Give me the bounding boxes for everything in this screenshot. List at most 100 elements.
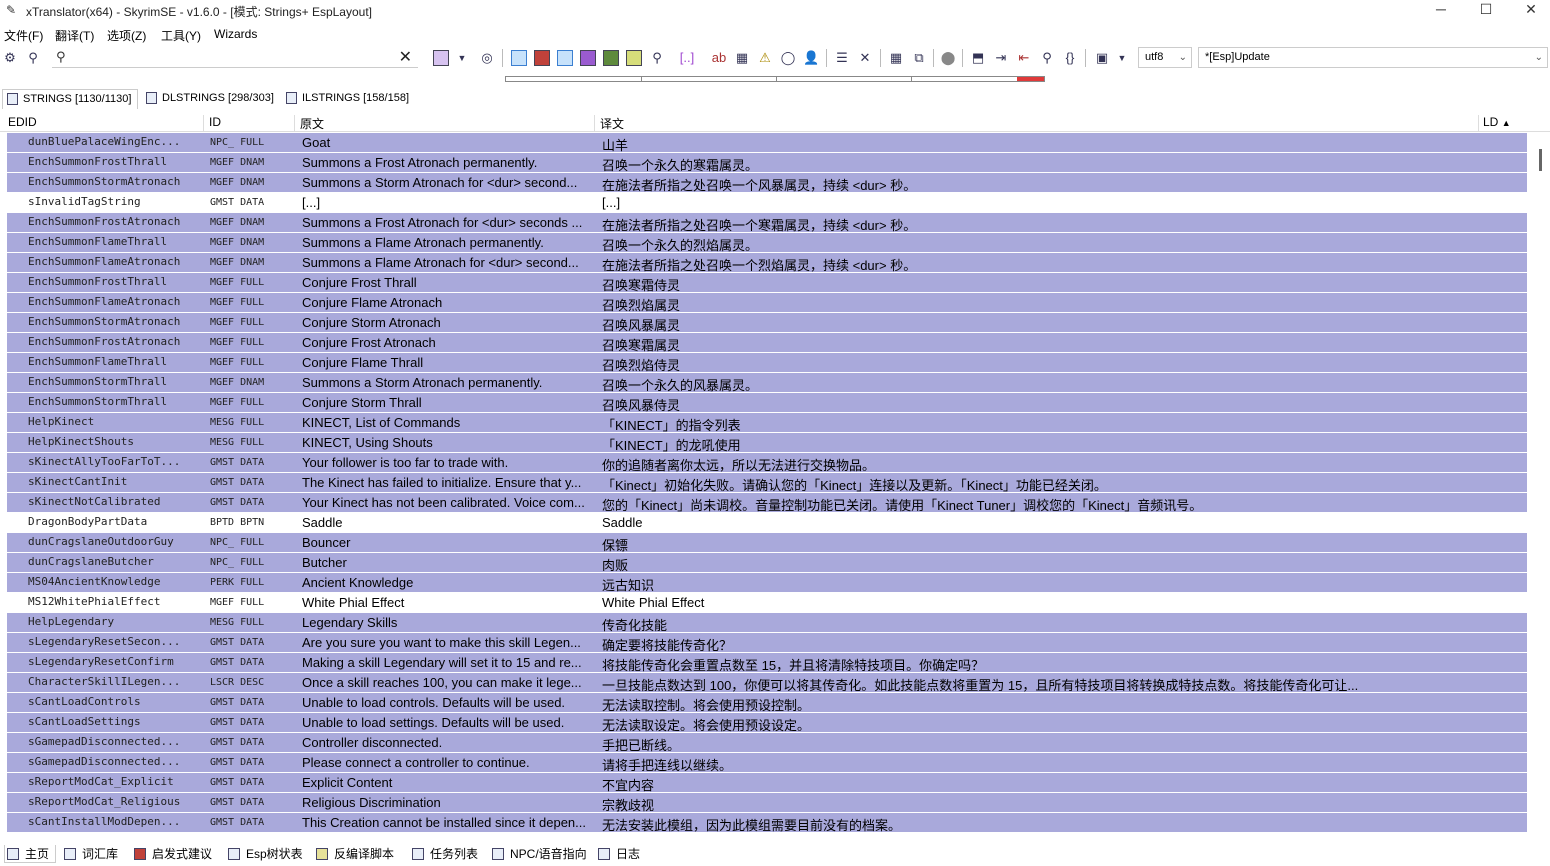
table-row[interactable]: EnchSummonFrostAtronach MGEF FULL Conjure …: [7, 333, 1527, 353]
table-row[interactable]: EnchSummonFrostThrall MGEF FULL Conjure Fr…: [7, 273, 1527, 293]
table-row[interactable]: MS04AncientKnowledge PERK FULL Ancient Kno…: [7, 573, 1527, 593]
table-row[interactable]: CharacterSkillILegen... LSCR DESC Once a s…: [7, 673, 1527, 693]
table-row[interactable]: dunBluePalaceWingEnc... NPC_ FULL Goat 山羊: [7, 133, 1527, 153]
script-icon[interactable]: {}: [1062, 50, 1078, 66]
back-icon[interactable]: [433, 50, 449, 66]
tab-decompile[interactable]: 反编译脚本: [314, 845, 406, 863]
filter-partial-icon[interactable]: [557, 50, 573, 66]
table-row[interactable]: EnchSummonFlameThrall MGEF DNAM Summons a …: [7, 233, 1527, 253]
mode-select[interactable]: *[Esp]Update ⌄: [1198, 47, 1548, 68]
load-icon[interactable]: ⬒: [970, 50, 986, 66]
table-row[interactable]: sCantLoadControls GMST DATA Unable to load…: [7, 693, 1527, 713]
table-icon[interactable]: ▦: [734, 50, 750, 66]
column-header-id[interactable]: ID: [209, 115, 221, 129]
import-icon[interactable]: ⇤: [1016, 50, 1032, 66]
filter-all-icon[interactable]: [511, 50, 527, 66]
filter-locked-icon[interactable]: [603, 50, 619, 66]
table-row[interactable]: EnchSummonFlameAtronach MGEF DNAM Summons …: [7, 253, 1527, 273]
user-icon[interactable]: 👤: [803, 50, 819, 66]
table-row[interactable]: sGamepadDisconnected... GMST DATA Please c…: [7, 753, 1527, 773]
comment-icon[interactable]: ◯: [780, 50, 796, 66]
tab-npc-voice[interactable]: NPC/语音指向: [490, 845, 590, 863]
spellcheck-icon[interactable]: ab: [711, 50, 727, 66]
list-icon[interactable]: ☰: [834, 50, 850, 66]
tab-ilstrings[interactable]: ILSTRINGS [158/158]: [282, 89, 412, 109]
tab-quests[interactable]: 任务列表: [410, 845, 482, 863]
search-user-icon[interactable]: ⚲: [1039, 50, 1055, 66]
pin-icon[interactable]: ⬤: [940, 50, 956, 66]
table-row[interactable]: EnchSummonStormAtronach MGEF DNAM Summons …: [7, 173, 1527, 193]
table-row[interactable]: EnchSummonFrostThrall MGEF DNAM Summons a …: [7, 153, 1527, 173]
minimize-button[interactable]: ─: [1418, 0, 1464, 20]
menu-options[interactable]: 选项(Z): [107, 27, 146, 44]
target-icon[interactable]: ◎: [479, 50, 495, 66]
column-divider[interactable]: [203, 115, 204, 131]
table-row[interactable]: sInvalidTagString GMST DATA [...] [...]: [7, 193, 1527, 213]
column-header-edid[interactable]: EDID: [8, 115, 37, 129]
vertical-scrollbar[interactable]: [1534, 133, 1548, 833]
table-row[interactable]: dunCragslaneOutdoorGuy NPC_ FULL Bouncer 保镖: [7, 533, 1527, 553]
table-row[interactable]: EnchSummonStormAtronach MGEF FULL Conjure …: [7, 313, 1527, 333]
table-row[interactable]: EnchSummonFrostAtronach MGEF DNAM Summons …: [7, 213, 1527, 233]
table-row[interactable]: sKinectAllyTooFarToT... GMST DATA Your fol…: [7, 453, 1527, 473]
find-replace-icon[interactable]: ⚲: [25, 50, 41, 66]
table-row[interactable]: HelpLegendary MESG FULL Legendary Skills 传奇…: [7, 613, 1527, 633]
tab-heuristics[interactable]: 启发式建议: [132, 845, 220, 863]
table-row[interactable]: sCantInstallModDepen... GMST DATA This Cre…: [7, 813, 1527, 833]
column-divider[interactable]: [1478, 115, 1479, 131]
column-header-ld[interactable]: LD ▲: [1483, 115, 1511, 129]
brackets-icon[interactable]: [..]: [679, 50, 695, 66]
table-row[interactable]: sGamepadDisconnected... GMST DATA Controll…: [7, 733, 1527, 753]
tab-vocabulary[interactable]: 词汇库: [62, 845, 124, 863]
grid-icon[interactable]: ▦: [888, 50, 904, 66]
table-row[interactable]: sCantLoadSettings GMST DATA Unable to load…: [7, 713, 1527, 733]
clear-search-icon[interactable]: ✕: [399, 47, 412, 67]
table-row[interactable]: sKinectCantInit GMST DATA The Kinect has f…: [7, 473, 1527, 493]
tab-log[interactable]: 日志: [596, 845, 648, 863]
table-row[interactable]: HelpKinect MESG FULL KINECT, List of Comma…: [7, 413, 1527, 433]
table-row[interactable]: sReportModCat_Explicit GMST DATA Explicit …: [7, 773, 1527, 793]
table-row[interactable]: EnchSummonStormThrall MGEF FULL Conjure St…: [7, 393, 1527, 413]
cell-id: GMST DATA: [210, 497, 265, 508]
window-icon[interactable]: ▣: [1094, 50, 1110, 66]
table-row[interactable]: sReportModCat_Religious GMST DATA Religiou…: [7, 793, 1527, 813]
column-header-translation[interactable]: 译文: [600, 115, 624, 132]
chevron-down-icon[interactable]: ▼: [1114, 50, 1130, 66]
column-divider[interactable]: [594, 115, 595, 131]
zoom-icon[interactable]: ⚲: [649, 50, 665, 66]
close-button[interactable]: ✕: [1508, 0, 1550, 20]
table-row[interactable]: sLegendaryResetConfirm GMST DATA Making a …: [7, 653, 1527, 673]
warning-icon[interactable]: ⚠: [757, 50, 773, 66]
filter-untranslated-icon[interactable]: [534, 50, 550, 66]
delete-icon[interactable]: ✕: [857, 50, 873, 66]
table-row[interactable]: DragonBodyPartData BPTD BPTN Saddle Saddle: [7, 513, 1527, 533]
column-header-source[interactable]: 原文: [300, 115, 324, 132]
filter-incomplete-icon[interactable]: [626, 50, 642, 66]
filter-validated-icon[interactable]: [580, 50, 596, 66]
tab-strings[interactable]: STRINGS [1130/1130]: [2, 89, 138, 109]
maximize-button[interactable]: ☐: [1463, 0, 1509, 20]
menu-tools[interactable]: 工具(Y): [161, 27, 201, 44]
table-row[interactable]: EnchSummonFlameAtronach MGEF FULL Conjure …: [7, 293, 1527, 313]
search-box[interactable]: ⚲ ✕: [52, 46, 418, 68]
table-row[interactable]: HelpKinectShouts MESG FULL KINECT, Using S…: [7, 433, 1527, 453]
column-divider[interactable]: [294, 115, 295, 131]
encoding-select[interactable]: utf8 ⌄: [1138, 47, 1192, 68]
table-row[interactable]: sLegendaryResetSecon... GMST DATA Are you …: [7, 633, 1527, 653]
table-row[interactable]: EnchSummonFlameThrall MGEF FULL Conjure Fl…: [7, 353, 1527, 373]
tab-home[interactable]: 主页: [4, 845, 56, 863]
table-row[interactable]: sKinectNotCalibrated GMST DATA Your Kinect…: [7, 493, 1527, 513]
merge-icon[interactable]: ⧉: [911, 50, 927, 66]
tab-dlstrings[interactable]: DLSTRINGS [298/303]: [142, 89, 278, 109]
tab-esp-tree[interactable]: Esp树状表: [226, 845, 306, 863]
menu-translate[interactable]: 翻译(T): [55, 27, 94, 44]
menu-wizards[interactable]: Wizards: [214, 27, 257, 41]
gear-icon[interactable]: ⚙: [2, 50, 18, 66]
table-row[interactable]: MS12WhitePhialEffect MGEF FULL White Phial…: [7, 593, 1527, 613]
chevron-down-icon[interactable]: ▼: [454, 50, 470, 66]
table-row[interactable]: EnchSummonStormThrall MGEF DNAM Summons a …: [7, 373, 1527, 393]
export-icon[interactable]: ⇥: [993, 50, 1009, 66]
table-row[interactable]: dunCragslaneButcher NPC_ FULL Butcher 肉贩: [7, 553, 1527, 573]
menu-file[interactable]: 文件(F): [4, 27, 43, 44]
scrollbar-thumb[interactable]: [1539, 149, 1542, 171]
